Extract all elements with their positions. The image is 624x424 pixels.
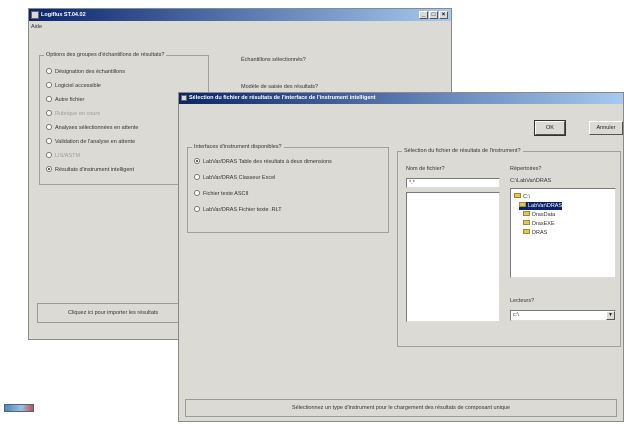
file-list[interactable] xyxy=(406,192,500,322)
maximize-button[interactable]: □ xyxy=(429,11,438,19)
interface-label: LabVar/DRAS Fichier texte .RLT xyxy=(203,207,282,213)
directories-label: Répertoires? xyxy=(510,166,542,172)
import-status-text: Cliquez ici pour importer les résultats xyxy=(68,310,159,316)
tree-item-label: DRAS xyxy=(532,230,548,236)
radio-icon[interactable] xyxy=(194,205,200,212)
dialog-status-box: Sélectionnez un type d'instrument pour l… xyxy=(185,399,617,417)
tree-item[interactable]: DRAS xyxy=(523,229,547,237)
instrument-interfaces-group: Interfaces d'instrument disponibles? Lab… xyxy=(187,144,389,233)
radio-icon xyxy=(46,109,52,116)
option-label: Autre fichier xyxy=(55,97,85,103)
dialog-icon xyxy=(181,95,187,101)
tree-item-label: DrasEXE xyxy=(532,221,555,227)
cancel-button-label: Annuler xyxy=(596,125,616,131)
interface-label: LabVar/DRAS Classeur Excel xyxy=(203,175,276,181)
filename-input[interactable]: *.* xyxy=(406,178,500,188)
dialog-status-text: Sélectionnez un type d'instrument pour l… xyxy=(291,405,511,411)
tree-item-label: LabVar\DRAS xyxy=(528,203,563,209)
dialog-title: Sélection du fichier de résultats de l'i… xyxy=(189,95,376,101)
interface-row[interactable]: Fichier texte ASCII xyxy=(194,189,249,199)
radio-selected-icon[interactable] xyxy=(46,165,52,172)
file-select-dialog: Sélection du fichier de résultats de l'i… xyxy=(178,92,624,422)
ok-button[interactable]: OK xyxy=(534,120,566,136)
option-row[interactable]: Validation de l'analyse en attente xyxy=(46,137,136,147)
drive-select[interactable]: c:\ ▼ xyxy=(510,310,616,321)
tree-item[interactable]: DrasData xyxy=(523,211,555,219)
radio-icon xyxy=(46,151,52,158)
option-label: Résultats d'instrument intelligent xyxy=(55,167,135,173)
folder-open-icon xyxy=(519,202,526,208)
menu-help[interactable]: Aide xyxy=(31,24,42,30)
option-row[interactable]: Analyses sélectionnées en attente xyxy=(46,123,139,133)
option-label: Désignation des échantillons xyxy=(55,69,126,75)
main-window-titlebar[interactable]: Logiflux ST.04.02 _ □ × xyxy=(29,9,451,21)
close-button[interactable]: × xyxy=(439,11,448,19)
drives-label: Lecteurs? xyxy=(510,298,535,304)
drive-value: c:\ xyxy=(513,312,519,318)
folder-icon xyxy=(523,211,530,217)
tree-item[interactable]: DrasEXE xyxy=(523,220,555,228)
current-path: C:\LabVar\DRAS xyxy=(510,178,552,184)
option-row: LIS/ASTM xyxy=(46,151,81,161)
menu-bar: Aide xyxy=(31,22,42,32)
radio-icon[interactable] xyxy=(194,189,200,196)
option-label: Logiciel accessible xyxy=(55,83,101,89)
option-row[interactable]: Autre fichier xyxy=(46,95,85,105)
option-row[interactable]: Résultats d'instrument intelligent xyxy=(46,165,135,175)
radio-icon[interactable] xyxy=(46,95,52,102)
ok-button-label: OK xyxy=(546,125,554,131)
radio-icon[interactable] xyxy=(46,81,52,88)
cancel-button[interactable]: Annuler xyxy=(589,121,623,135)
filename-label: Nom de fichier? xyxy=(406,166,445,172)
taskbar-icon[interactable] xyxy=(4,404,34,412)
minimize-button[interactable]: _ xyxy=(419,11,428,19)
interface-row[interactable]: LabVar/DRAS Table des résultats à deux d… xyxy=(194,157,332,167)
sample-group-label: Options des groupes d'échantillons de ré… xyxy=(44,52,167,58)
option-row: Rubrique en cours xyxy=(46,109,100,119)
option-label: Validation de l'analyse en attente xyxy=(55,139,136,145)
option-label: Analyses sélectionnées en attente xyxy=(55,125,139,131)
radio-selected-icon[interactable] xyxy=(194,157,200,164)
filename-value: *.* xyxy=(409,180,415,186)
interface-label: Fichier texte ASCII xyxy=(203,191,249,197)
tree-item-selected[interactable]: LabVar\DRAS xyxy=(519,202,563,210)
option-label: LIS/ASTM xyxy=(55,153,81,159)
option-label: Rubrique en cours xyxy=(55,111,100,117)
tree-item-label: C:\ xyxy=(523,194,531,200)
radio-icon[interactable] xyxy=(194,173,200,180)
folder-icon xyxy=(523,229,530,235)
tree-item-label: DrasData xyxy=(532,212,556,218)
interface-label: LabVar/DRAS Table des résultats à deux d… xyxy=(203,159,332,165)
radio-icon[interactable] xyxy=(46,67,52,74)
result-file-group-label: Sélection du fichier de résultats de l'i… xyxy=(402,148,523,154)
result-template-label: Modèle de saisie des résultats? xyxy=(241,84,319,90)
option-row[interactable]: Désignation des échantillons xyxy=(46,67,126,77)
interface-row[interactable]: LabVar/DRAS Fichier texte .RLT xyxy=(194,205,282,215)
main-window-title: Logiflux ST.04.02 xyxy=(41,12,86,18)
result-file-group: Sélection du fichier de résultats de l'i… xyxy=(397,148,621,347)
selected-samples-label: Échantillons sélectionnés? xyxy=(241,57,306,63)
directory-tree[interactable]: C:\ LabVar\DRAS DrasData DrasEXE DRAS xyxy=(510,188,616,278)
interfaces-group-label: Interfaces d'instrument disponibles? xyxy=(192,144,284,150)
option-row[interactable]: Logiciel accessible xyxy=(46,81,101,91)
chevron-down-icon[interactable]: ▼ xyxy=(606,311,615,320)
tree-item[interactable]: C:\ xyxy=(514,193,530,201)
app-icon xyxy=(31,11,39,19)
dialog-titlebar[interactable]: Sélection du fichier de résultats de l'i… xyxy=(179,93,623,104)
radio-icon[interactable] xyxy=(46,137,52,144)
folder-icon xyxy=(523,220,530,226)
interface-row[interactable]: LabVar/DRAS Classeur Excel xyxy=(194,173,276,183)
folder-icon xyxy=(514,193,521,199)
radio-icon[interactable] xyxy=(46,123,52,130)
